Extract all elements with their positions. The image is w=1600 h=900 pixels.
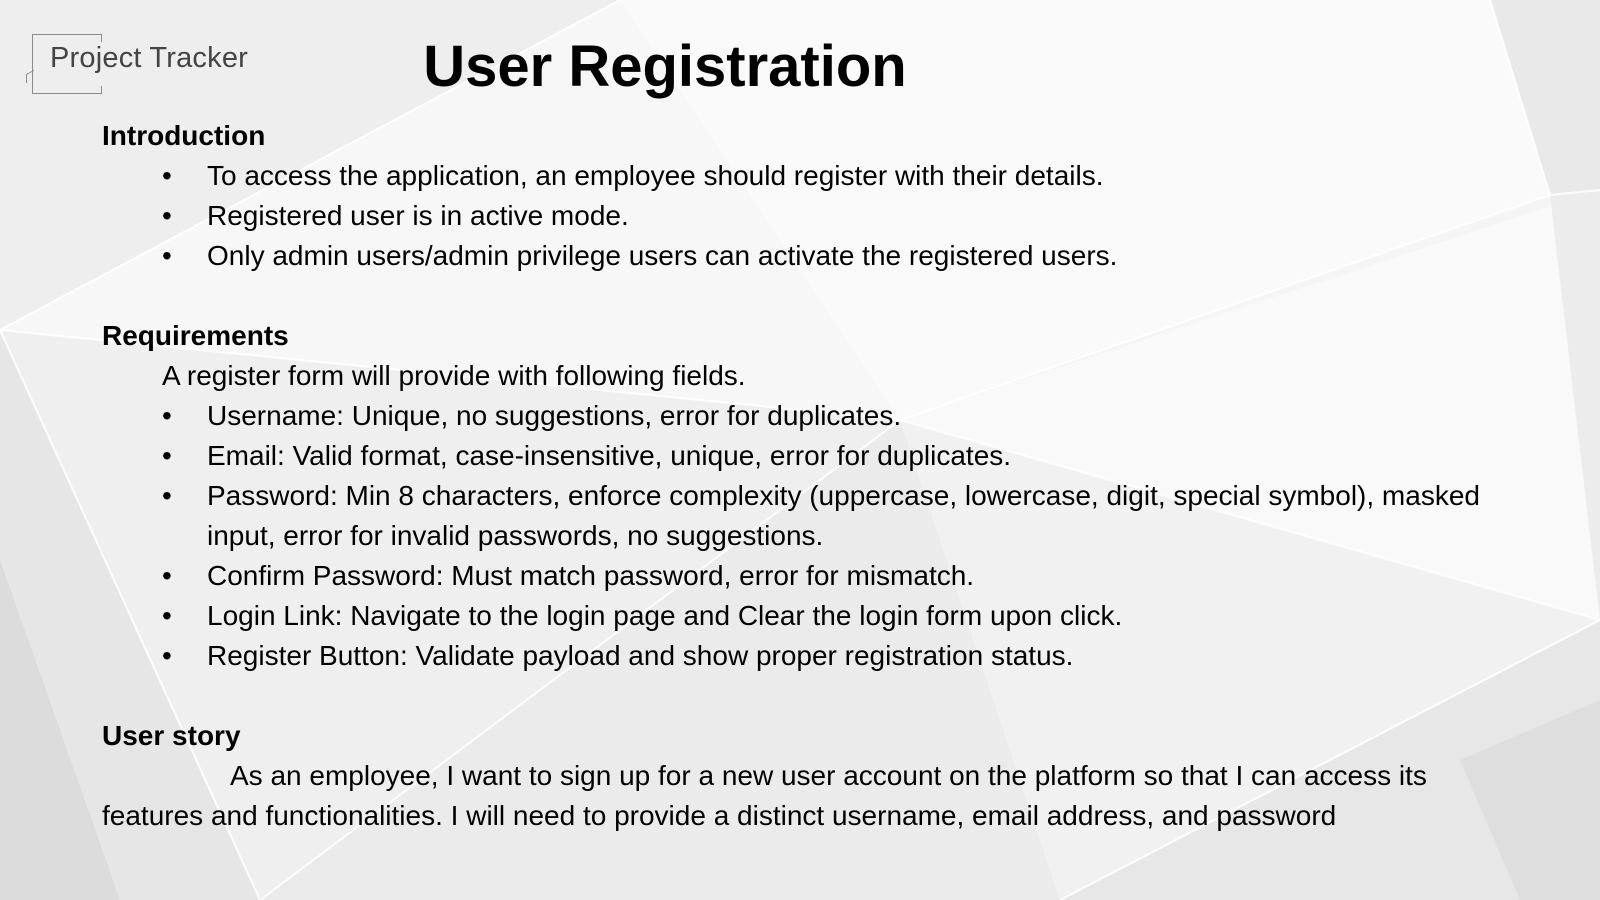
bullet-icon: • bbox=[162, 440, 172, 471]
list-item: • Email: Valid format, case-insensitive, … bbox=[102, 436, 1502, 476]
bullet-icon: • bbox=[162, 160, 172, 191]
page-title: User Registration bbox=[423, 34, 907, 99]
list-item-text: Registered user is in active mode. bbox=[207, 200, 629, 231]
slide-content: Introduction • To access the application,… bbox=[102, 116, 1502, 836]
list-item: • Password: Min 8 characters, enforce com… bbox=[102, 476, 1502, 556]
bullet-icon: • bbox=[162, 600, 172, 631]
introduction-list: • To access the application, an employee … bbox=[102, 156, 1502, 276]
bullet-icon: • bbox=[162, 240, 172, 271]
bullet-icon: • bbox=[162, 640, 172, 671]
list-item-text: Confirm Password: Must match password, e… bbox=[207, 560, 975, 591]
requirements-intro: A register form will provide with follow… bbox=[162, 360, 746, 391]
slide: Project Tracker User Registration Introd… bbox=[0, 0, 1600, 900]
bullet-icon: • bbox=[162, 200, 172, 231]
list-item: • Only admin users/admin privilege users … bbox=[102, 236, 1502, 276]
requirements-list: • Username: Unique, no suggestions, error… bbox=[102, 396, 1502, 676]
list-item: • Register Button: Validate payload and s… bbox=[102, 636, 1502, 676]
list-item: • Username: Unique, no suggestions, error… bbox=[102, 396, 1502, 436]
requirements-heading: Requirements bbox=[102, 320, 289, 351]
list-item-text: Only admin users/admin privilege users c… bbox=[207, 240, 1118, 271]
introduction-heading: Introduction bbox=[102, 120, 266, 151]
list-item-text: To access the application, an employee s… bbox=[207, 160, 1104, 191]
list-item: • Registered user is in active mode. bbox=[102, 196, 1502, 236]
list-item-text: Login Link: Navigate to the login page a… bbox=[207, 600, 1123, 631]
user-story-heading: User story bbox=[102, 720, 241, 751]
list-item-text: Register Button: Validate payload and sh… bbox=[207, 640, 1074, 671]
list-item: • To access the application, an employee … bbox=[102, 156, 1502, 196]
list-item-text: Username: Unique, no suggestions, error … bbox=[207, 400, 902, 431]
list-item-text: Password: Min 8 characters, enforce comp… bbox=[207, 480, 1480, 551]
bullet-icon: • bbox=[162, 400, 172, 431]
bullet-icon: • bbox=[162, 560, 172, 591]
list-item: • Login Link: Navigate to the login page … bbox=[102, 596, 1502, 636]
list-item-text: Email: Valid format, case-insensitive, u… bbox=[207, 440, 1012, 471]
user-story-text: As an employee, I want to sign up for a … bbox=[102, 760, 1427, 831]
list-item: • Confirm Password: Must match password, … bbox=[102, 556, 1502, 596]
bullet-icon: • bbox=[162, 480, 172, 511]
